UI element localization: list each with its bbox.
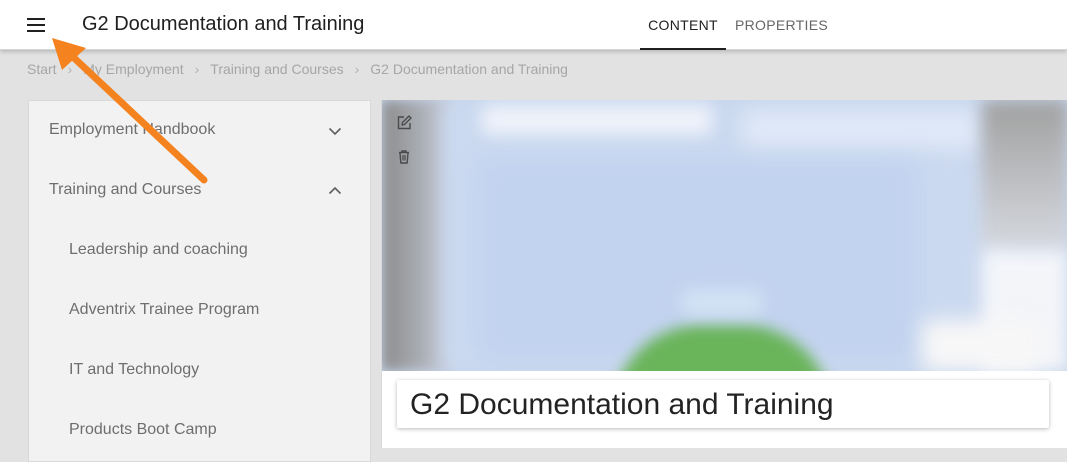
- sidebar-item-training-and-courses[interactable]: Training and Courses: [29, 161, 370, 221]
- breadcrumb-current: G2 Documentation and Training: [370, 61, 568, 77]
- sidebar-item-label: Products Boot Camp: [69, 421, 217, 438]
- breadcrumb-my-employment[interactable]: My Employment: [83, 61, 183, 77]
- hero-image: [382, 100, 1067, 371]
- sidebar-item-employment-handbook[interactable]: Employment Handbook: [29, 101, 370, 161]
- sidebar-item-it-and-technology[interactable]: IT and Technology: [29, 341, 370, 401]
- chevron-up-icon[interactable]: [327, 183, 343, 199]
- chevron-right-icon: ›: [67, 61, 73, 77]
- menu-icon[interactable]: [24, 12, 50, 38]
- heading-card[interactable]: G2 Documentation and Training: [397, 380, 1049, 428]
- trash-icon[interactable]: [395, 148, 413, 166]
- breadcrumb: Start › My Employment › Training and Courses…: [27, 61, 568, 77]
- sidebar-item-adventrix-trainee-program[interactable]: Adventrix Trainee Program: [29, 281, 370, 341]
- sidebar-nav: Employment Handbook Training and Courses…: [28, 100, 371, 462]
- chevron-right-icon: ›: [194, 61, 200, 77]
- tab-properties[interactable]: PROPERTIES: [735, 0, 828, 49]
- sidebar-item-products-boot-camp[interactable]: Products Boot Camp: [29, 401, 370, 461]
- breadcrumb-training-and-courses[interactable]: Training and Courses: [210, 61, 343, 77]
- page-heading: G2 Documentation and Training: [410, 388, 834, 421]
- sidebar-item-label: Leadership and coaching: [69, 241, 248, 258]
- app-header: G2 Documentation and Training CONTENT PR…: [0, 0, 1067, 50]
- content-panel: G2 Documentation and Training: [381, 100, 1067, 448]
- sidebar-item-label: IT and Technology: [69, 361, 200, 378]
- tab-content[interactable]: CONTENT: [640, 0, 726, 50]
- breadcrumb-start[interactable]: Start: [27, 61, 57, 77]
- sidebar-item-label: Training and Courses: [49, 181, 202, 198]
- page-title: G2 Documentation and Training: [82, 13, 365, 35]
- sidebar-item-leadership-and-coaching[interactable]: Leadership and coaching: [29, 221, 370, 281]
- sidebar-item-label: Employment Handbook: [49, 121, 216, 138]
- chevron-right-icon: ›: [354, 61, 360, 77]
- edit-icon[interactable]: [395, 114, 413, 132]
- sidebar-item-label: Adventrix Trainee Program: [69, 301, 260, 318]
- chevron-down-icon[interactable]: [327, 123, 343, 139]
